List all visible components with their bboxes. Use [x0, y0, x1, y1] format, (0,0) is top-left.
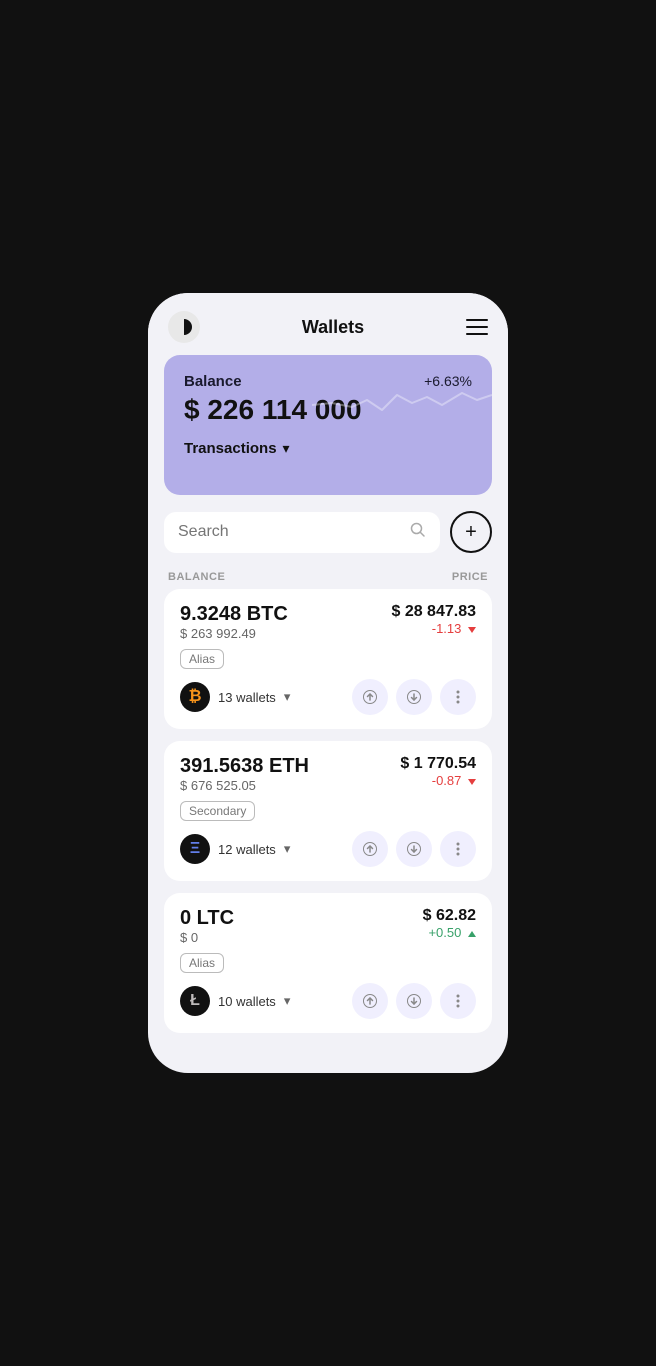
btc-amount: 9.3248 BTC [180, 603, 288, 626]
eth-top-row: 391.5638 ETH $ 676 525.05 $ 1 770.54 -0.… [180, 755, 476, 799]
menu-line-1 [466, 319, 488, 321]
balance-column-header: BALANCE [168, 571, 225, 583]
menu-button[interactable] [466, 319, 488, 335]
ltc-price: $ 62.82 [423, 907, 476, 925]
eth-wallets-chevron-icon: ▾ [284, 841, 291, 857]
search-input[interactable] [178, 523, 402, 541]
btc-usd: $ 263 992.49 [180, 626, 288, 641]
ltc-bottom-row: Ł 10 wallets ▾ [180, 983, 476, 1019]
ltc-coin-icon: Ł [180, 986, 210, 1016]
btc-receive-button[interactable] [396, 679, 432, 715]
ltc-wallet-count: 10 wallets [218, 994, 276, 1009]
eth-tag: Secondary [180, 801, 255, 821]
asset-card-eth: 391.5638 ETH $ 676 525.05 $ 1 770.54 -0.… [164, 741, 492, 881]
btc-tag: Alias [180, 649, 224, 669]
ltc-wallet-info: Ł 10 wallets ▾ [180, 986, 290, 1016]
ltc-receive-button[interactable] [396, 983, 432, 1019]
header: Wallets [148, 293, 508, 355]
eth-change: -0.87 [432, 773, 476, 788]
ltc-right: $ 62.82 +0.50 [423, 907, 476, 940]
app-title: Wallets [302, 317, 364, 338]
transactions-chevron-icon: ▾ [283, 440, 290, 457]
price-column-header: PRICE [452, 571, 488, 583]
btc-top-row: 9.3248 BTC $ 263 992.49 $ 28 847.83 -1.1… [180, 603, 476, 647]
transactions-label: Transactions [184, 440, 277, 457]
btc-change: -1.13 [432, 621, 476, 636]
asset-card-btc: 9.3248 BTC $ 263 992.49 $ 28 847.83 -1.1… [164, 589, 492, 729]
eth-left: 391.5638 ETH $ 676 525.05 [180, 755, 309, 799]
btc-more-button[interactable] [440, 679, 476, 715]
btc-right: $ 28 847.83 -1.13 [391, 603, 476, 636]
ltc-tag: Alias [180, 953, 224, 973]
btc-left: 9.3248 BTC $ 263 992.49 [180, 603, 288, 647]
eth-change-icon [468, 779, 476, 785]
btc-send-button[interactable] [352, 679, 388, 715]
eth-wallet-info: Ξ 12 wallets ▾ [180, 834, 290, 864]
balance-card: Balance +6.63% $ 226 114 000 Transaction… [164, 355, 492, 495]
ltc-actions [352, 983, 476, 1019]
eth-bottom-row: Ξ 12 wallets ▾ [180, 831, 476, 867]
balance-chart [312, 375, 492, 445]
column-headers: BALANCE PRICE [148, 565, 508, 589]
btc-change-icon [468, 627, 476, 633]
eth-wallet-count: 12 wallets [218, 842, 276, 857]
eth-coin-icon: Ξ [180, 834, 210, 864]
ltc-change: +0.50 [428, 925, 476, 940]
btc-wallets-chevron-icon: ▾ [284, 689, 291, 705]
eth-actions [352, 831, 476, 867]
btc-price: $ 28 847.83 [391, 603, 476, 621]
menu-line-3 [466, 333, 488, 335]
eth-right: $ 1 770.54 -0.87 [400, 755, 476, 788]
search-bar-container: + [164, 511, 492, 553]
ltc-top-row: 0 LTC $ 0 $ 62.82 +0.50 [180, 907, 476, 951]
btc-coin-icon: ₿ [180, 682, 210, 712]
eth-amount: 391.5638 ETH [180, 755, 309, 778]
eth-send-button[interactable] [352, 831, 388, 867]
eth-price: $ 1 770.54 [400, 755, 476, 773]
ltc-wallets-chevron-icon: ▾ [284, 993, 291, 1009]
btc-wallet-count: 13 wallets [218, 690, 276, 705]
ltc-change-icon [468, 931, 476, 937]
search-icon [410, 522, 426, 543]
btc-wallet-info: ₿ 13 wallets ▾ [180, 682, 290, 712]
phone-frame: Wallets Balance +6.63% $ 226 114 000 Tra… [148, 293, 508, 1073]
eth-usd: $ 676 525.05 [180, 778, 309, 793]
balance-label: Balance [184, 373, 242, 390]
add-icon: + [465, 521, 477, 544]
ltc-usd: $ 0 [180, 930, 234, 945]
logo-icon [168, 311, 200, 343]
eth-more-button[interactable] [440, 831, 476, 867]
menu-line-2 [466, 326, 488, 328]
ltc-left: 0 LTC $ 0 [180, 907, 234, 951]
asset-card-ltc: 0 LTC $ 0 $ 62.82 +0.50 Alias Ł 10 walle… [164, 893, 492, 1033]
ltc-send-button[interactable] [352, 983, 388, 1019]
btc-bottom-row: ₿ 13 wallets ▾ [180, 679, 476, 715]
eth-receive-button[interactable] [396, 831, 432, 867]
ltc-amount: 0 LTC [180, 907, 234, 930]
add-wallet-button[interactable]: + [450, 511, 492, 553]
btc-actions [352, 679, 476, 715]
ltc-more-button[interactable] [440, 983, 476, 1019]
search-bar [164, 512, 440, 553]
